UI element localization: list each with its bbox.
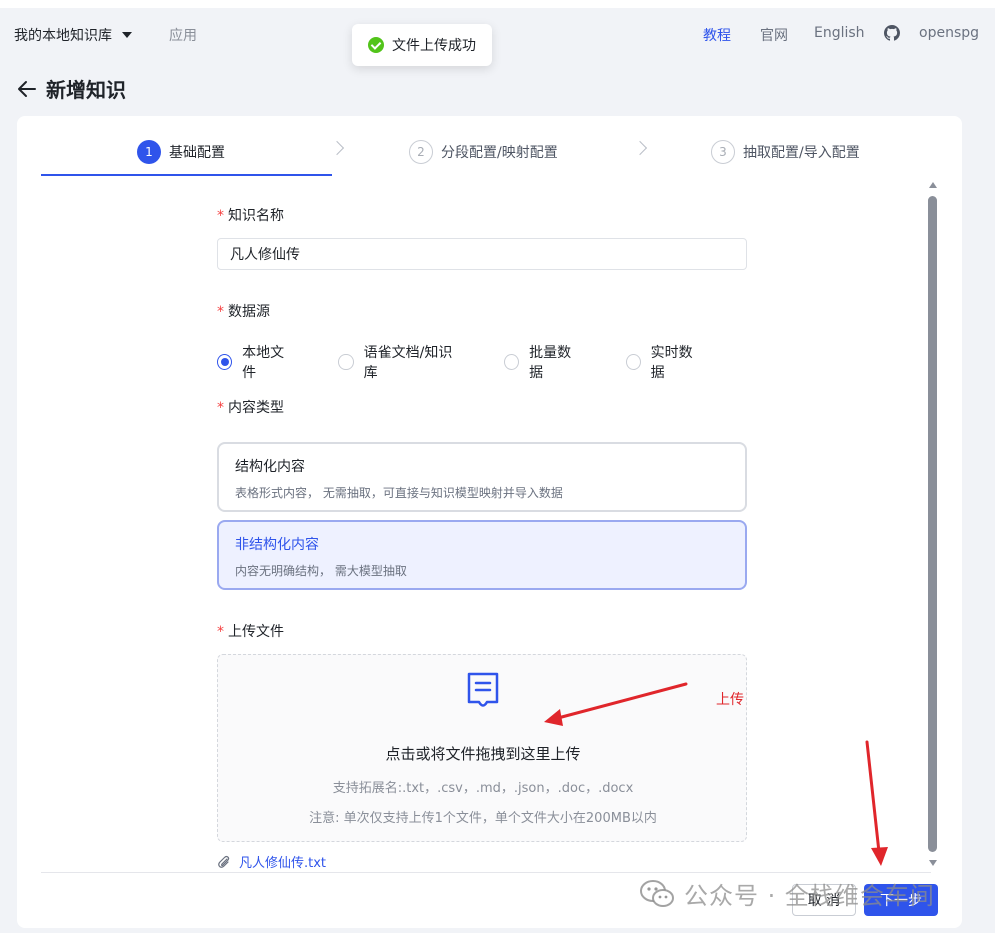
scrollbar[interactable] (926, 178, 940, 878)
github-icon[interactable] (884, 25, 900, 41)
check-circle-icon (368, 37, 384, 53)
navbar: 我的本地知识库 应用 教程 官网 English openspg (0, 8, 995, 60)
radio-dot (625, 354, 641, 370)
radio-dot (338, 354, 354, 370)
active-step-underline (41, 174, 332, 176)
top-strip (0, 0, 995, 8)
step-number: 3 (711, 140, 735, 164)
upload-field-label: * 上传文件 (217, 624, 284, 640)
step-label: 分段配置/映射配置 (441, 145, 558, 161)
upload-size-note: 注意: 单次仅支持上传1个文件，单个文件大小在200MB以内 (309, 811, 657, 826)
option-desc: 内容无明确结构， 需大模型抽取 (235, 564, 407, 578)
scroll-down-icon[interactable] (929, 860, 937, 866)
source-field-label: * 数据源 (217, 304, 270, 320)
radio-dot (504, 354, 520, 370)
form-card: 1 基础配置 2 分段配置/映射配置 3 抽取配置/导入配置 *知识名称 *数据… (17, 116, 962, 928)
caret-down-icon (122, 32, 132, 38)
nav-language-link[interactable]: English (814, 25, 865, 41)
unstructured-content-option[interactable]: 非结构化内容 内容无明确结构， 需大模型抽取 (217, 520, 747, 590)
radio-batch-data[interactable]: 批量数据 (504, 342, 581, 382)
cancel-button[interactable]: 取 消 (792, 884, 856, 916)
page-header: 新增知识 (16, 74, 126, 103)
step-basic-config[interactable]: 1 基础配置 (137, 140, 225, 164)
nav-app-link[interactable]: 应用 (169, 25, 197, 45)
radio-yuque-docs[interactable]: 语雀文档/知识库 (338, 342, 460, 382)
name-field-label: * 知识名称 (217, 208, 284, 224)
annotation-label: 上传 (716, 692, 744, 708)
chevron-right-icon (329, 140, 345, 156)
footer-divider (41, 872, 931, 873)
toast-message: 文件上传成功 (392, 38, 476, 54)
source-radio-group: 本地文件 语雀文档/知识库 批量数据 实时数据 (217, 342, 747, 382)
kb-name: 我的本地知识库 (14, 28, 112, 44)
option-title: 非结构化内容 (235, 537, 319, 553)
knowledge-name-input[interactable] (217, 238, 747, 270)
uploaded-file-name: 凡人修仙传.txt (239, 856, 327, 871)
upload-dropzone[interactable]: 点击或将文件拖拽到这里上传 支持拓展名:.txt，.csv，.md，.json，… (217, 654, 747, 842)
steps-bar: 1 基础配置 2 分段配置/映射配置 3 抽取配置/导入配置 (17, 116, 962, 178)
step-segment-config[interactable]: 2 分段配置/映射配置 (409, 140, 558, 164)
step-number: 1 (137, 140, 161, 164)
page-title: 新增知识 (46, 78, 126, 102)
radio-dot (217, 354, 233, 370)
option-title: 结构化内容 (235, 459, 305, 475)
paperclip-icon (218, 855, 230, 868)
next-step-button[interactable]: 下一步 (864, 884, 938, 916)
inbox-icon (467, 672, 499, 707)
step-label: 抽取配置/导入配置 (743, 145, 860, 161)
structured-content-option[interactable]: 结构化内容 表格形式内容， 无需抽取，可直接与知识模型映射并导入数据 (217, 442, 747, 512)
uploaded-file-item[interactable]: 凡人修仙传.txt (217, 852, 326, 871)
scroll-thumb[interactable] (928, 196, 937, 852)
nav-github-link[interactable]: openspg (919, 25, 979, 41)
upload-ext-hint: 支持拓展名:.txt，.csv，.md，.json，.doc，.docx (332, 781, 634, 796)
upload-title: 点击或将文件拖拽到这里上传 (385, 745, 581, 763)
step-label: 基础配置 (169, 145, 225, 161)
scroll-up-icon[interactable] (929, 182, 937, 188)
step-extract-config[interactable]: 3 抽取配置/导入配置 (711, 140, 860, 164)
knowledge-base-selector[interactable]: 我的本地知识库 (14, 25, 132, 45)
nav-website-link[interactable]: 官网 (760, 25, 788, 45)
arrow-left-icon[interactable] (16, 78, 38, 100)
success-toast: 文件上传成功 (352, 24, 492, 66)
content-type-label: * 内容类型 (217, 400, 284, 416)
step-number: 2 (409, 140, 433, 164)
radio-realtime-data[interactable]: 实时数据 (625, 342, 703, 382)
option-desc: 表格形式内容， 无需抽取，可直接与知识模型映射并导入数据 (235, 486, 563, 500)
radio-local-file[interactable]: 本地文件 (217, 342, 294, 382)
chevron-right-icon (632, 140, 648, 156)
nav-tutorial-link[interactable]: 教程 (703, 25, 731, 45)
